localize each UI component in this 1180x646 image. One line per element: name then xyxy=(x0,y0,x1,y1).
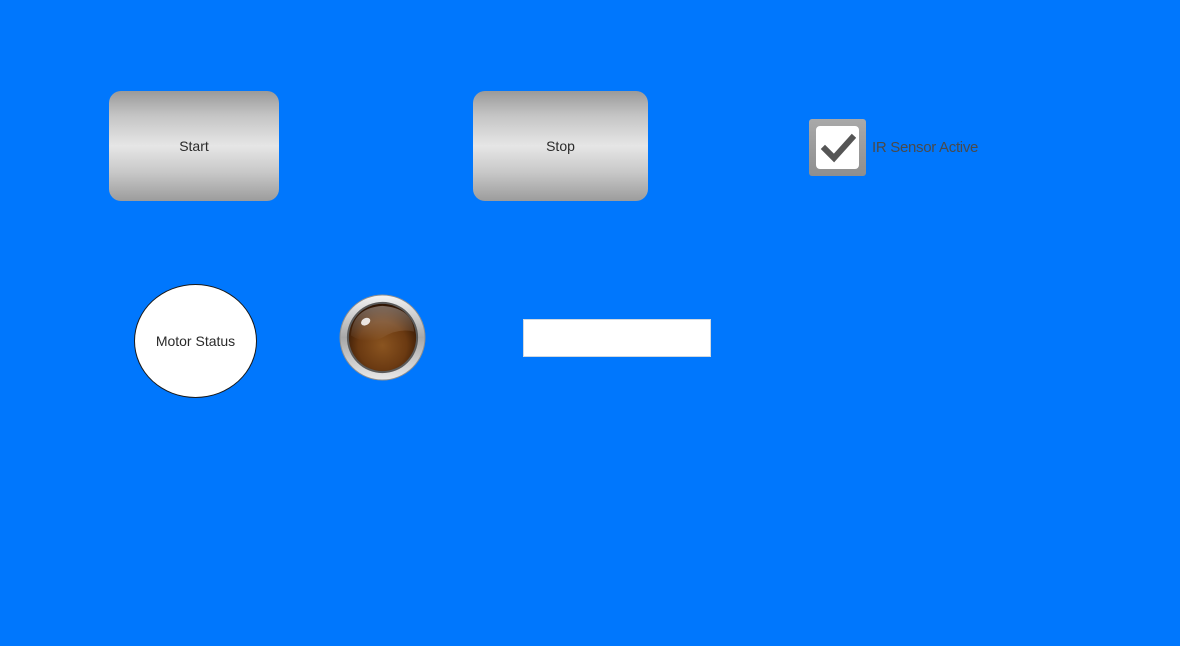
value-input[interactable] xyxy=(523,319,711,357)
start-button-label: Start xyxy=(179,138,209,154)
stop-button[interactable]: Stop xyxy=(473,91,648,201)
stop-button-label: Stop xyxy=(546,138,575,154)
checkbox-frame[interactable] xyxy=(809,119,866,176)
ir-sensor-checkbox[interactable]: IR Sensor Active xyxy=(809,119,978,176)
start-button[interactable]: Start xyxy=(109,91,279,201)
motor-status-label: Motor Status xyxy=(155,333,236,349)
ir-sensor-label: IR Sensor Active xyxy=(872,139,979,156)
motor-status-indicator: Motor Status xyxy=(134,284,257,398)
checkbox-face xyxy=(816,126,859,169)
checkmark-icon xyxy=(820,133,856,162)
indicator-lamp-icon xyxy=(339,294,426,381)
